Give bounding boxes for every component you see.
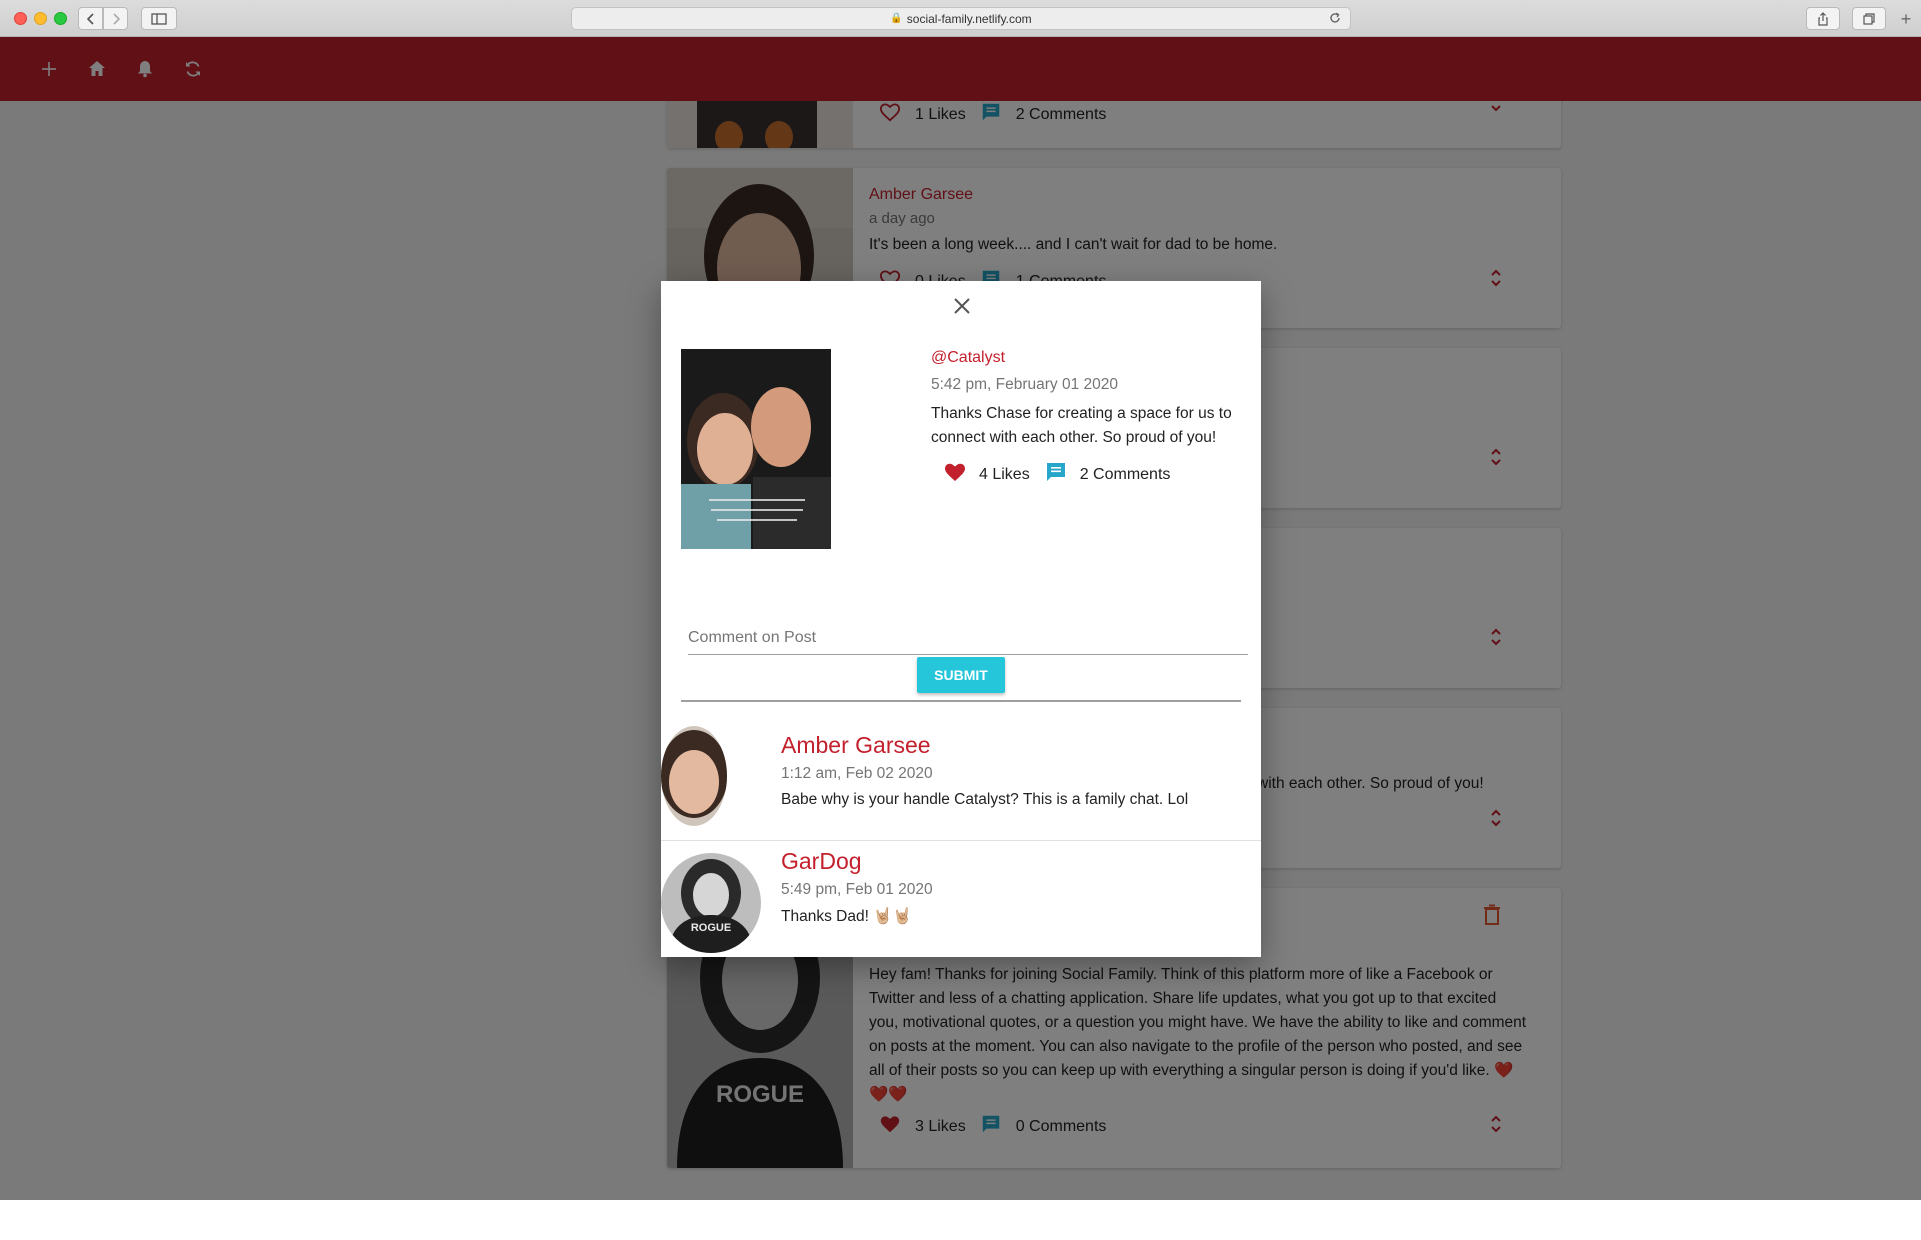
- post-actions: 4 Likes 2 Comments: [943, 460, 1241, 489]
- comment-body: Amber Garsee 1:12 am, Feb 02 2020 Babe w…: [781, 732, 1188, 809]
- browser-toolbar: 🔒 social-family.netlify.com +: [0, 0, 1921, 37]
- forward-button[interactable]: [103, 7, 128, 30]
- back-button[interactable]: [78, 7, 103, 30]
- reload-icon[interactable]: [1328, 11, 1342, 25]
- post-time: 5:42 pm, February 01 2020: [931, 376, 1118, 393]
- zoom-window-button[interactable]: [54, 12, 67, 25]
- address-bar[interactable]: 🔒 social-family.netlify.com: [571, 7, 1351, 30]
- sidebar-icon: [151, 12, 167, 25]
- chevron-left-icon: [86, 12, 94, 25]
- submit-button[interactable]: SUBMIT: [917, 657, 1005, 693]
- comment-item: Amber Garsee 1:12 am, Feb 02 2020 Babe w…: [661, 726, 1261, 841]
- comment-time: 5:49 pm, Feb 01 2020: [781, 881, 933, 898]
- close-window-button[interactable]: [14, 12, 27, 25]
- comment-time: 1:12 am, Feb 02 2020: [781, 765, 933, 782]
- comment-input[interactable]: [688, 621, 1248, 655]
- share-button[interactable]: [1806, 7, 1840, 30]
- tabs-icon: [1863, 12, 1875, 25]
- avatar[interactable]: ROGUE: [661, 853, 761, 953]
- comment-item: ROGUE GarDog 5:49 pm, Feb 01 2020 Thanks…: [661, 841, 1261, 957]
- post-handle[interactable]: @Catalyst: [931, 349, 1241, 367]
- modal-post-image: [681, 349, 831, 549]
- close-icon[interactable]: [950, 294, 974, 318]
- modal-post-info: @Catalyst 5:42 pm, February 01 2020 Than…: [931, 349, 1241, 489]
- likes-count: 4 Likes: [979, 465, 1030, 483]
- post-text: Thanks Chase for creating a space for us…: [931, 405, 1232, 446]
- comments-count: 2 Comments: [1079, 465, 1171, 483]
- new-tab-button[interactable]: +: [1897, 10, 1915, 29]
- page-bottom-area: [0, 1200, 1921, 1240]
- divider: [681, 700, 1241, 702]
- comment-icon[interactable]: [1044, 460, 1068, 489]
- tab-overview-button[interactable]: [1852, 7, 1886, 30]
- comment-author[interactable]: Amber Garsee: [781, 732, 1188, 759]
- share-icon: [1818, 11, 1828, 26]
- lock-icon: 🔒: [890, 13, 903, 24]
- comment-text: Thanks Dad! 🤘🏼🤘🏼: [781, 908, 912, 925]
- svg-text:ROGUE: ROGUE: [691, 922, 731, 934]
- avatar[interactable]: [661, 726, 727, 826]
- chevron-right-icon: [112, 12, 120, 25]
- address-url: social-family.netlify.com: [906, 11, 1032, 26]
- comment-text: Babe why is your handle Catalyst? This i…: [781, 791, 1189, 808]
- comment-body: GarDog 5:49 pm, Feb 01 2020 Thanks Dad! …: [781, 848, 933, 926]
- sidebar-toggle-button[interactable]: [141, 7, 177, 30]
- post-detail-modal: @Catalyst 5:42 pm, February 01 2020 Than…: [661, 281, 1261, 957]
- comment-author[interactable]: GarDog: [781, 848, 933, 875]
- heart-filled-icon[interactable]: [943, 460, 967, 489]
- minimize-window-button[interactable]: [34, 12, 47, 25]
